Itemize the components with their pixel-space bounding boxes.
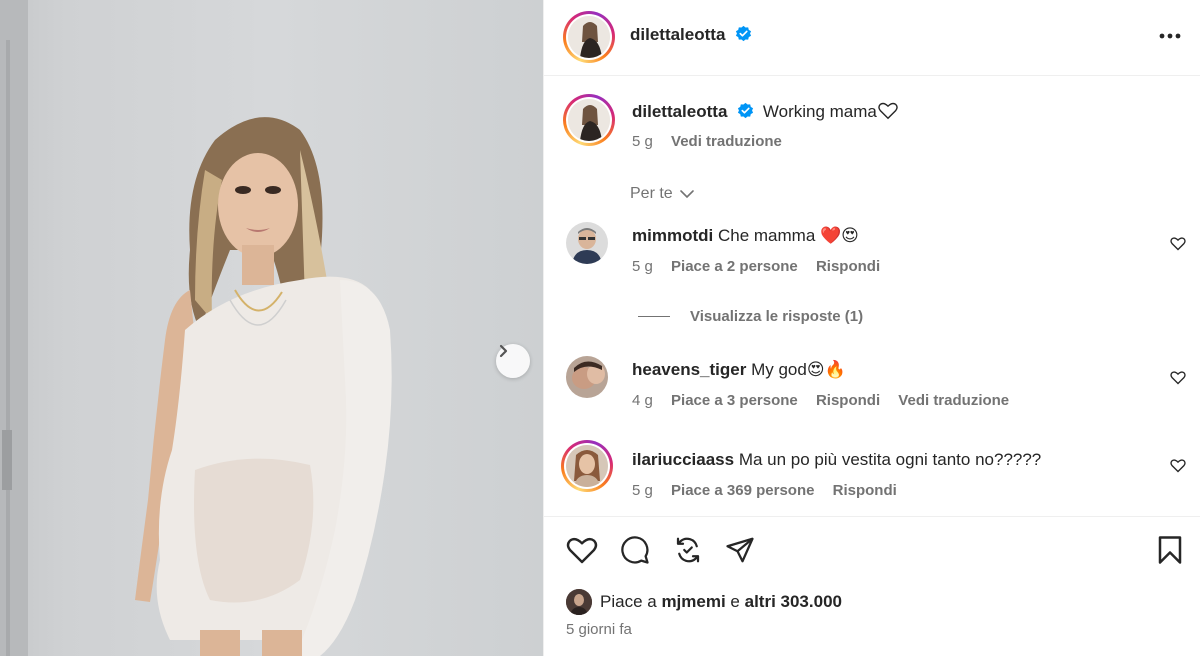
view-replies-button[interactable]: Visualizza le risposte (1)	[638, 308, 863, 325]
heart-icon	[1170, 459, 1186, 473]
comment-sort-label: Per te	[630, 185, 673, 202]
caption-translate-link[interactable]: Vedi traduzione	[671, 133, 782, 150]
post-date: 5 giorni fa	[566, 621, 632, 638]
comment-username[interactable]: ilariucciaass	[632, 450, 734, 469]
caption-text: Working mama	[762, 102, 877, 121]
comment-time: 5 g	[632, 482, 653, 499]
comment-avatar-image	[566, 356, 608, 398]
comment-text: Ma un po più vestita ogni tanto no?????	[738, 450, 1042, 469]
comment-like-button[interactable]	[1170, 458, 1186, 478]
comment-meta: 5 g Piace a 369 persone Rispondi	[632, 482, 1041, 499]
photo-illustration	[0, 0, 392, 656]
likes-middle: e	[730, 592, 740, 611]
chevron-down-icon	[679, 190, 694, 199]
comment-reply-button[interactable]: Rispondi	[833, 482, 897, 499]
header-username-block: dilettaleotta	[630, 25, 752, 45]
likes-summary[interactable]: Piace a mjmemi e altri 303.000	[566, 589, 842, 615]
comment-time: 4 g	[632, 392, 653, 409]
author-avatar-image	[568, 16, 610, 58]
bookmark-icon	[1158, 536, 1182, 564]
comment-sort-dropdown[interactable]: Per te	[630, 185, 695, 203]
caption-username[interactable]: dilettaleotta	[632, 102, 727, 121]
comment-meta: 5 g Piace a 2 persone Rispondi	[632, 258, 894, 275]
post-actions-bar: Piace a mjmemi e altri 303.000 5 giorni …	[544, 516, 1200, 656]
heart-icon	[1170, 371, 1186, 385]
repost-button[interactable]	[673, 535, 703, 570]
comment-avatar[interactable]	[566, 356, 608, 398]
header-username[interactable]: dilettaleotta	[630, 25, 725, 44]
comment-username[interactable]: heavens_tiger	[632, 360, 746, 379]
outline-heart-emoji-icon	[878, 102, 898, 120]
comment-body: mimmotdi Che mamma ❤️😍 5 g Piace a 2 per…	[632, 226, 894, 275]
comment-text: Che mamma ❤️😍	[717, 226, 859, 245]
comment-post-button[interactable]	[620, 535, 650, 570]
comment-avatar-image	[566, 222, 608, 264]
comment-username[interactable]: mimmotdi	[632, 226, 713, 245]
like-post-button[interactable]	[566, 535, 598, 570]
view-replies-label: Visualizza le risposte (1)	[690, 308, 864, 325]
next-photo-button[interactable]	[496, 344, 530, 378]
comment-likes-link[interactable]: Piace a 369 persone	[671, 482, 814, 499]
comment-meta: 4 g Piace a 3 persone Rispondi Vedi trad…	[632, 392, 1023, 409]
liker-avatar-image	[566, 589, 592, 615]
comment-likes-link[interactable]: Piace a 2 persone	[671, 258, 798, 275]
caption-author-avatar[interactable]	[563, 94, 615, 146]
comment-like-button[interactable]	[1170, 370, 1186, 390]
caption-text-line: dilettaleotta Working mama	[632, 101, 899, 122]
post-side-panel: dilettaleotta dilettaleotta Working mama…	[543, 0, 1200, 656]
comment-likes-link[interactable]: Piace a 3 persone	[671, 392, 798, 409]
caption-meta: 5 g Vedi traduzione	[632, 133, 796, 150]
comment-reply-button[interactable]: Rispondi	[816, 392, 880, 409]
more-options-button[interactable]	[1157, 26, 1183, 46]
likes-prefix: Piace a	[600, 592, 657, 611]
comment-reply-button[interactable]: Rispondi	[816, 258, 880, 275]
more-options-icon	[1159, 33, 1181, 39]
likes-others-count[interactable]: altri 303.000	[745, 592, 842, 611]
post-photo[interactable]	[0, 0, 543, 656]
heart-icon	[566, 537, 598, 564]
comment-translate-link[interactable]: Vedi traduzione	[898, 392, 1009, 409]
comment-avatar[interactable]	[566, 222, 608, 264]
liker-avatar	[566, 589, 592, 615]
send-icon	[726, 537, 754, 563]
heart-icon	[1170, 237, 1186, 251]
caption-time: 5 g	[632, 133, 653, 150]
chevron-right-icon	[499, 344, 508, 358]
verified-badge-icon	[738, 102, 754, 119]
comment-avatar[interactable]	[561, 440, 613, 492]
comment-body: heavens_tiger My god😍🔥 4 g Piace a 3 per…	[632, 360, 1023, 409]
caption-avatar-image	[568, 99, 610, 141]
liker-username[interactable]: mjmemi	[661, 592, 725, 611]
comment-time: 5 g	[632, 258, 653, 275]
verified-badge-icon	[735, 25, 751, 42]
repost-icon	[676, 537, 700, 563]
comment-text: My god😍🔥	[751, 360, 846, 379]
author-avatar[interactable]	[563, 11, 615, 63]
share-button[interactable]	[725, 535, 755, 570]
comment-body: ilariucciaass Ma un po più vestita ogni …	[632, 450, 1041, 499]
save-post-button[interactable]	[1156, 535, 1184, 570]
comment-icon	[621, 536, 649, 564]
comment-avatar-image	[566, 445, 608, 487]
replies-divider-line	[638, 316, 670, 317]
comment-like-button[interactable]	[1170, 236, 1186, 256]
post-header: dilettaleotta	[544, 0, 1200, 76]
